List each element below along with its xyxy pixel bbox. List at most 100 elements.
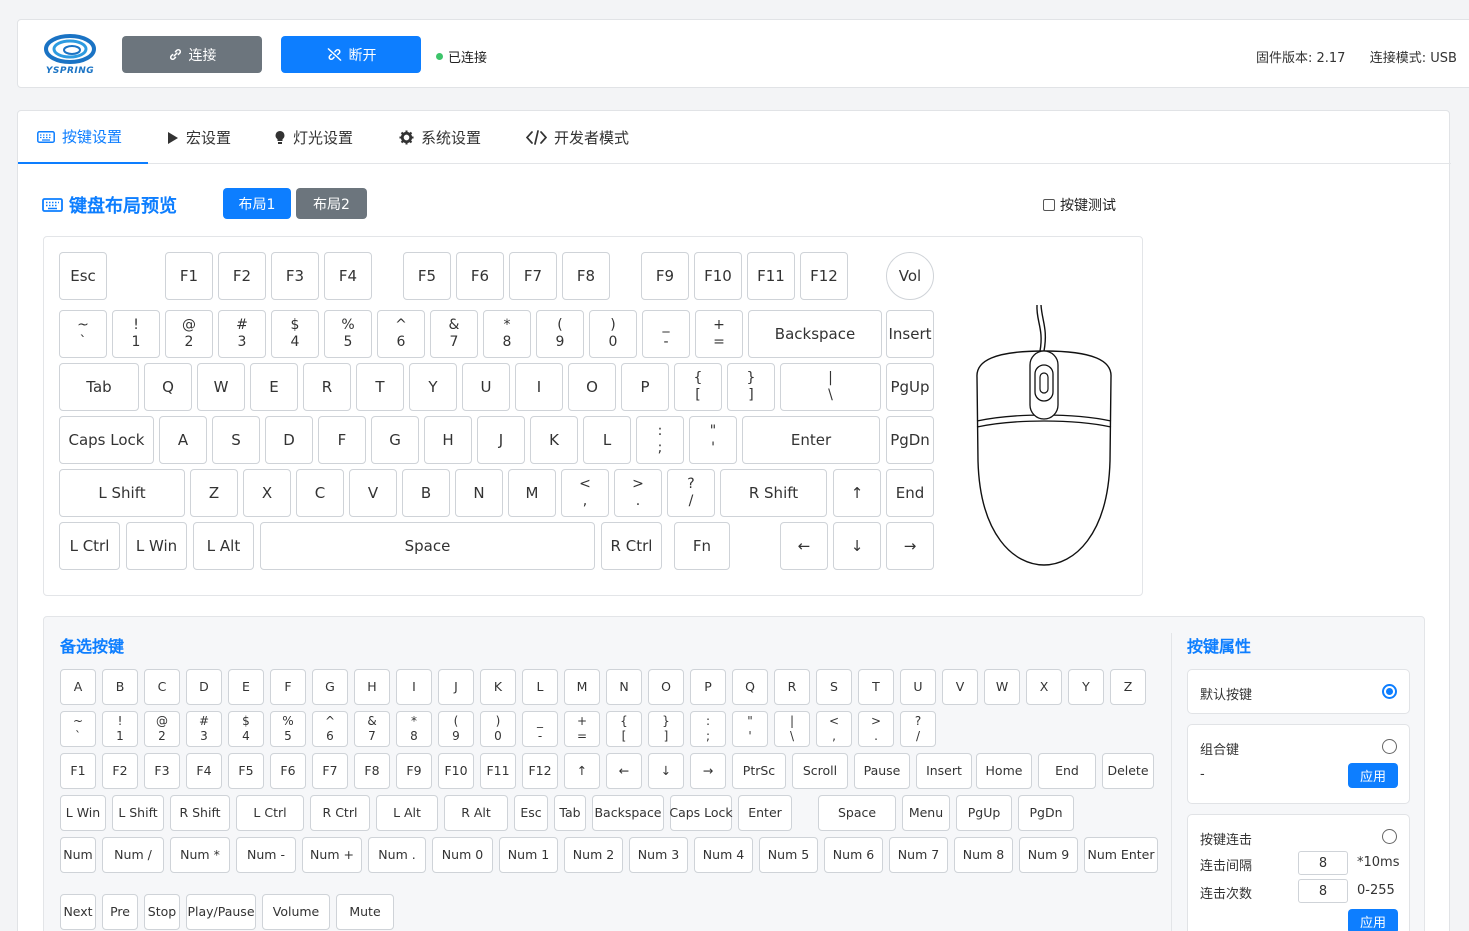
repeat-count-input[interactable] [1298,879,1348,903]
library-key-num[interactable]: Num [60,837,96,873]
library-key-rparen[interactable]: ) 0 [480,711,516,747]
library-key-up[interactable]: ↑ [564,753,600,789]
key-lparen[interactable]: (9 [536,310,584,358]
key-e[interactable]: E [250,363,298,411]
library-key-c[interactable]: C [144,669,180,705]
library-key-num[interactable]: Num - [236,837,296,873]
library-key-space[interactable]: Space [818,795,896,831]
library-key-pre[interactable]: Pre [102,894,138,930]
key-pipe[interactable]: | \ [780,363,881,411]
key-tab[interactable]: Tab [59,363,139,411]
library-key-u[interactable]: U [900,669,936,705]
layout1-button[interactable]: 布局1 [223,188,291,219]
library-key-num-7[interactable]: Num 7 [889,837,948,873]
key-exclaim[interactable]: ! 1 [112,310,160,358]
library-key-down[interactable]: ↓ [648,753,684,789]
tab-macro-settings[interactable]: 宏设置 [148,111,250,164]
library-key-f4[interactable]: F4 [186,753,222,789]
key-w[interactable]: W [197,363,245,411]
library-key-pgup[interactable]: PgUp [956,795,1012,831]
disconnect-button[interactable]: 断开 [281,36,421,73]
key-pgdn[interactable]: PgDn [886,416,934,464]
library-key-question[interactable]: ? / [900,711,936,747]
library-key-underscore[interactable]: _ - [522,711,558,747]
key-z[interactable]: Z [190,469,238,517]
library-key-next[interactable]: Next [60,894,96,930]
key-insert[interactable]: Insert [886,310,934,358]
key-b[interactable]: B [402,469,450,517]
library-key-caps-lock[interactable]: Caps Lock [669,795,733,831]
library-key-insert[interactable]: Insert [916,753,972,789]
key-f9[interactable]: F9 [641,252,689,300]
library-key-f5[interactable]: F5 [228,753,264,789]
library-key-m[interactable]: M [564,669,600,705]
key-d[interactable]: D [265,416,313,464]
library-key-right[interactable]: → [690,753,726,789]
library-key-n[interactable]: N [606,669,642,705]
key-test-toggle[interactable]: 按键测试 [1043,195,1116,215]
library-key-e[interactable]: E [228,669,264,705]
key-caret[interactable]: ^ 6 [377,310,425,358]
library-key-mute[interactable]: Mute [336,894,394,930]
key-vol[interactable]: Vol [886,252,934,300]
library-key-f7[interactable]: F7 [312,753,348,789]
key-pgup[interactable]: PgUp [886,363,934,411]
key-f6[interactable]: F6 [456,252,504,300]
key-up[interactable]: ↑ [833,469,881,517]
key-n[interactable]: N [455,469,503,517]
key-space[interactable]: Space [260,522,595,570]
library-key-percent[interactable]: % 5 [270,711,306,747]
library-key-num-1[interactable]: Num 1 [499,837,558,873]
key-j[interactable]: J [477,416,525,464]
key-hash[interactable]: #3 [218,310,266,358]
key-c[interactable]: C [296,469,344,517]
library-key-l[interactable]: L [522,669,558,705]
library-key-i[interactable]: I [396,669,432,705]
library-key-tilde[interactable]: ~ ` [60,711,96,747]
key-k[interactable]: K [530,416,578,464]
library-key-asterisk[interactable]: * 8 [396,711,432,747]
library-key-volume[interactable]: Volume [262,894,330,930]
combo-apply-button[interactable]: 应用 [1348,763,1398,788]
library-key-b[interactable]: B [102,669,138,705]
library-key-num[interactable]: Num + [302,837,362,873]
library-key-hash[interactable]: #3 [186,711,222,747]
key-plus[interactable]: + = [695,310,743,358]
library-key-stop[interactable]: Stop [144,894,180,930]
library-key-l-alt[interactable]: L Alt [376,795,438,831]
key-f11[interactable]: F11 [747,252,795,300]
library-key-scroll[interactable]: Scroll [792,753,848,789]
key-p[interactable]: P [621,363,669,411]
key-rparen[interactable]: ) 0 [589,310,637,358]
library-key-backspace[interactable]: Backspace [592,795,664,831]
library-key-r[interactable]: R [774,669,810,705]
library-key-num-6[interactable]: Num 6 [824,837,883,873]
library-key-num-9[interactable]: Num 9 [1019,837,1078,873]
tab-key-settings[interactable]: 按键设置 [18,111,148,164]
library-key-d[interactable]: D [186,669,222,705]
key-underscore[interactable]: _ - [642,310,690,358]
key-r[interactable]: R [303,363,351,411]
library-key-num-3[interactable]: Num 3 [629,837,688,873]
key-s[interactable]: S [212,416,260,464]
library-key-x[interactable]: X [1026,669,1062,705]
key-f1[interactable]: F1 [165,252,213,300]
key-fn[interactable]: Fn [674,522,730,570]
key-i[interactable]: I [515,363,563,411]
library-key-s[interactable]: S [816,669,852,705]
key-u[interactable]: U [462,363,510,411]
library-key-menu[interactable]: Menu [902,795,950,831]
library-key-exclaim[interactable]: ! 1 [102,711,138,747]
key-v[interactable]: V [349,469,397,517]
library-key-r-alt[interactable]: R Alt [444,795,508,831]
key-h[interactable]: H [424,416,472,464]
library-key-delete[interactable]: Delete [1102,753,1154,789]
combo-key-radio[interactable] [1382,739,1397,754]
key-greater[interactable]: >. [614,469,662,517]
key-backspace[interactable]: Backspace [748,310,882,358]
library-key-ampersand[interactable]: & 7 [354,711,390,747]
library-key-lparen[interactable]: (9 [438,711,474,747]
library-key-l-shift[interactable]: L Shift [112,795,164,831]
connect-button[interactable]: 连接 [122,36,262,73]
library-key-p[interactable]: P [690,669,726,705]
